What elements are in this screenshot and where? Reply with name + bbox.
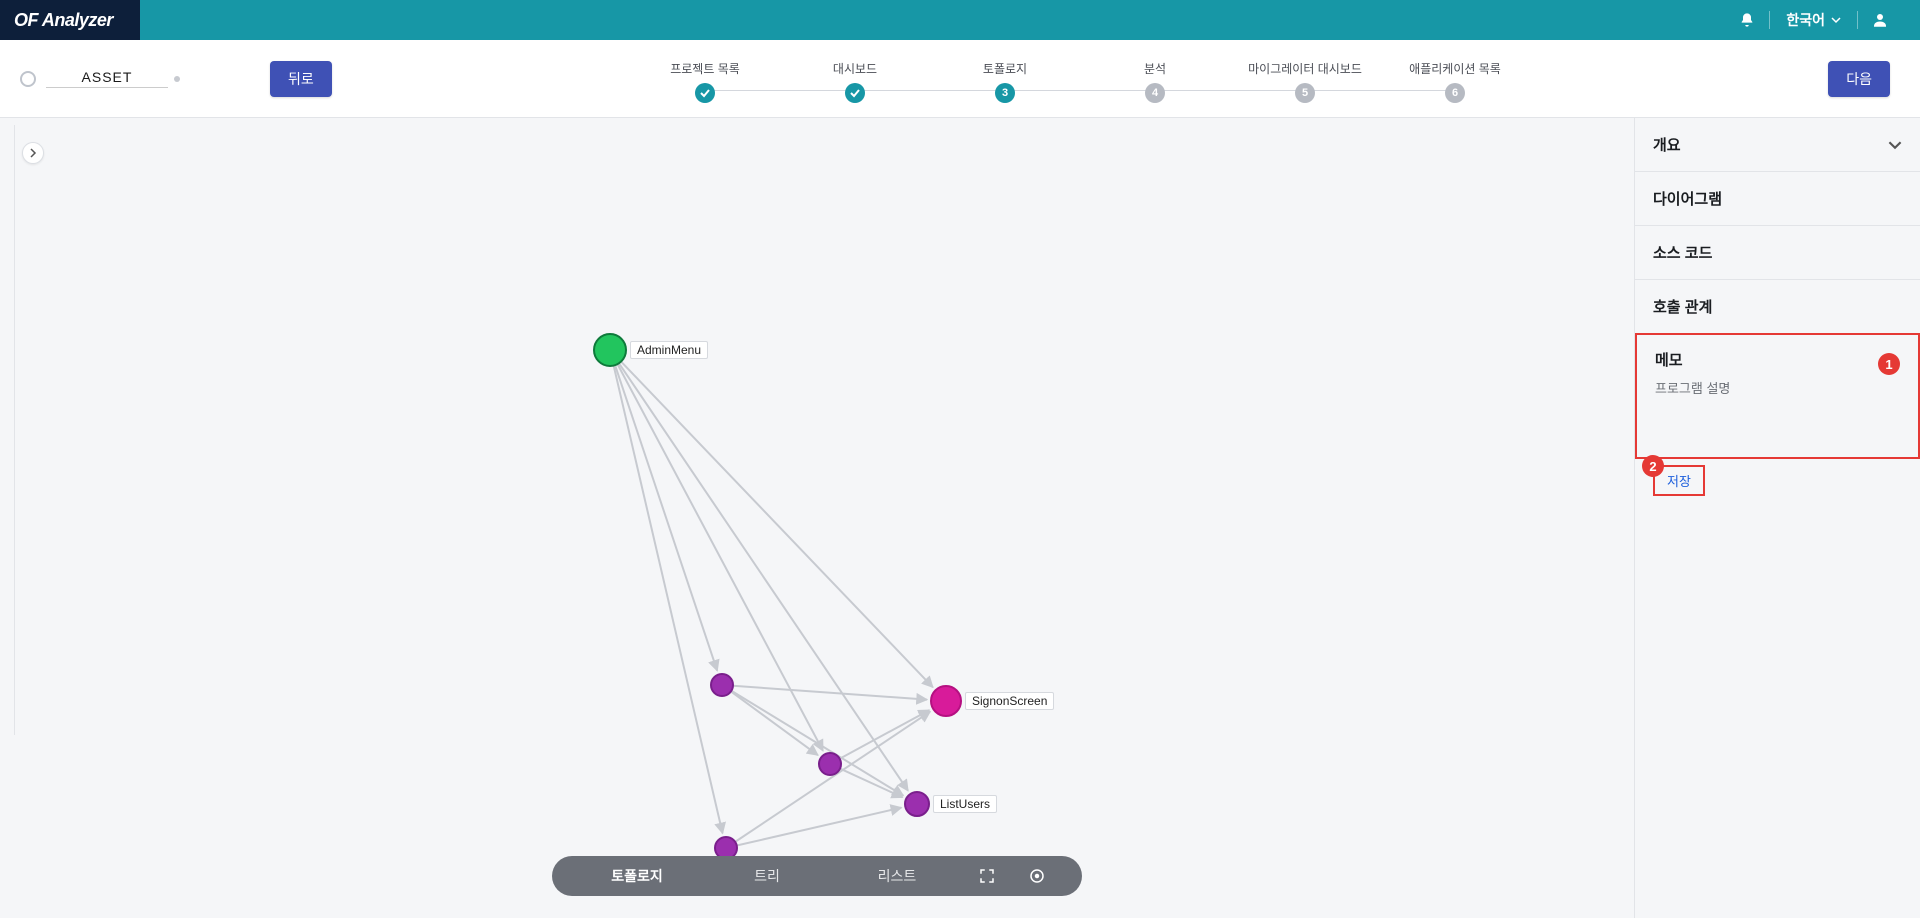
step-circle: 4 [1145, 83, 1165, 103]
view-controls: 토폴로지트리리스트 [552, 856, 1082, 896]
graph-node[interactable] [819, 753, 841, 775]
logo-wrap: OF Analyzer [0, 0, 140, 40]
asset-block: ASSET [20, 69, 180, 88]
user-icon[interactable] [1858, 0, 1902, 40]
graph-edge [731, 691, 818, 755]
app-logo: OF Analyzer [14, 10, 113, 31]
stepper-bar: ASSET 뒤로 프로젝트 목록 대시보드 토폴로지 3 분석 4 마이그레이터 대시보드 5… [0, 40, 1920, 118]
asset-label: ASSET [46, 69, 168, 88]
sidebar-expand-handle[interactable] [22, 142, 44, 164]
step-circle [845, 83, 865, 103]
step-circle: 6 [1445, 83, 1465, 103]
panel-overview-title: 개요 [1653, 134, 1681, 155]
chevron-right-icon [28, 148, 38, 158]
panel-calls-title: 호출 관계 [1653, 299, 1712, 316]
save-wrap: 2 저장 [1635, 465, 1920, 496]
caret-down-icon [1831, 15, 1841, 25]
graph-canvas[interactable]: AdminMenu SignonScreen ListUsers 토폴로지트리리스트 [0, 118, 1634, 918]
graph-edge [840, 710, 930, 759]
left-rail [14, 125, 15, 735]
panel-overview[interactable]: 개요 [1635, 118, 1920, 172]
graph-edge [840, 769, 902, 798]
asset-trailing-dot [174, 76, 180, 82]
graph-node-label: SignonScreen [965, 692, 1054, 710]
graph-node-label: ListUsers [933, 795, 997, 813]
step-6[interactable]: 애플리케이션 목록 6 [1380, 60, 1530, 103]
step-label: 마이그레이터 대시보드 [1248, 60, 1362, 77]
graph-edge [731, 691, 903, 796]
memo-subtext: 프로그램 설명 [1655, 378, 1900, 397]
graph-svg[interactable] [0, 118, 1634, 918]
main-area: AdminMenu SignonScreen ListUsers 토폴로지트리리스트… [0, 118, 1920, 918]
step-label: 애플리케이션 목록 [1409, 60, 1501, 77]
panel-source[interactable]: 소스 코드 [1635, 226, 1920, 280]
graph-node[interactable] [711, 674, 733, 696]
graph-node-label: AdminMenu [630, 341, 708, 359]
graph-edge [615, 365, 717, 671]
graph-edge [737, 808, 902, 846]
next-button[interactable]: 다음 [1828, 61, 1890, 97]
panel-source-title: 소스 코드 [1653, 245, 1712, 262]
step-label: 분석 [1144, 60, 1166, 77]
panel-diagram[interactable]: 다이어그램 [1635, 172, 1920, 226]
step-2[interactable]: 대시보드 [780, 60, 930, 103]
language-selector[interactable]: 한국어 [1770, 10, 1857, 30]
target-icon[interactable] [1012, 867, 1062, 885]
view-control-item[interactable]: 트리 [702, 866, 832, 886]
fullscreen-icon[interactable] [962, 867, 1012, 885]
step-label: 토폴로지 [983, 60, 1027, 77]
step-4[interactable]: 분석 4 [1080, 60, 1230, 103]
graph-node[interactable] [905, 792, 929, 816]
prev-button[interactable]: 뒤로 [270, 61, 332, 97]
graph-node[interactable] [931, 686, 961, 716]
step-circle [695, 83, 715, 103]
panel-memo-title: 메모 [1655, 352, 1683, 369]
graph-edge [733, 686, 927, 700]
step-1[interactable]: 프로젝트 목록 [630, 60, 780, 103]
steps-container: 프로젝트 목록 대시보드 토폴로지 3 분석 4 마이그레이터 대시보드 5 애플리케이션 목록… [352, 54, 1808, 103]
graph-node[interactable] [594, 334, 626, 366]
panel-diagram-title: 다이어그램 [1653, 191, 1722, 208]
step-label: 프로젝트 목록 [670, 60, 740, 77]
bell-icon[interactable] [1725, 0, 1769, 40]
view-control-item[interactable]: 토폴로지 [572, 866, 702, 886]
step-circle: 3 [995, 83, 1015, 103]
callout-badge-1: 1 [1878, 353, 1900, 375]
radio-empty-icon[interactable] [20, 71, 36, 87]
callout-badge-2: 2 [1642, 455, 1664, 477]
app-header: OF Analyzer 한국어 [0, 0, 1920, 40]
step-5[interactable]: 마이그레이터 대시보드 5 [1230, 60, 1380, 103]
step-3[interactable]: 토폴로지 3 [930, 60, 1080, 103]
panel-memo[interactable]: 메모 1 프로그램 설명 [1635, 333, 1920, 459]
right-panel: 개요 다이어그램 소스 코드 호출 관계 메모 1 프로그램 설명 2 저장 [1634, 118, 1920, 918]
step-label: 대시보드 [833, 60, 877, 77]
step-circle: 5 [1295, 83, 1315, 103]
language-label: 한국어 [1786, 10, 1825, 30]
graph-edge [735, 712, 930, 842]
view-control-item[interactable]: 리스트 [832, 866, 962, 886]
panel-calls[interactable]: 호출 관계 [1635, 280, 1920, 334]
header-right: 한국어 [1725, 0, 1920, 40]
chevron-down-icon [1888, 138, 1902, 152]
